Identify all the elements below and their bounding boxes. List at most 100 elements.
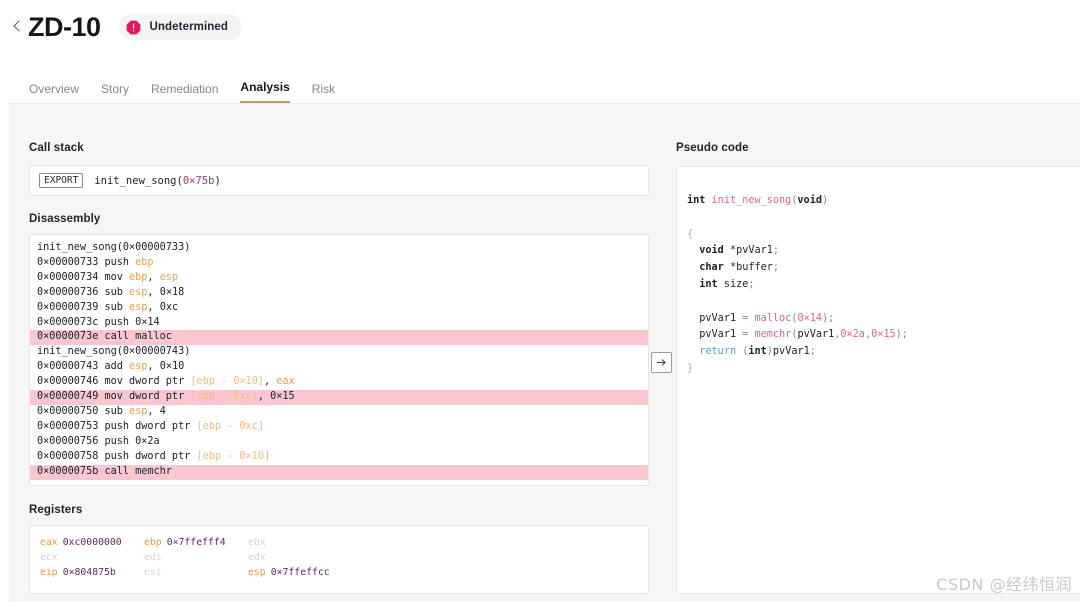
disassembly-mnemonic: push <box>104 435 136 447</box>
registers-row: ecx edi edx <box>40 550 648 565</box>
pseudo-code-token: 0×15 <box>871 329 896 341</box>
disassembly-address: 0×00000734 <box>37 271 105 283</box>
pseudo-code-token <box>687 346 699 357</box>
tab-analysis[interactable]: Analysis <box>240 80 290 103</box>
register-name: eax <box>40 537 58 548</box>
register-name: edi <box>144 552 162 563</box>
disassembly-line[interactable]: 0×00000753 push dword ptr [ebp - 0xc] <box>30 420 648 435</box>
disassembly-mnemonic: add <box>104 361 130 373</box>
disassembly-operand: 0×14 <box>135 316 160 328</box>
disassembly-operand: , <box>147 286 160 298</box>
disassembly-operand: ebp <box>129 271 148 283</box>
pseudo-code-token: pvVar1 <box>699 329 737 341</box>
left-column: Call stack EXPORT init_new_song(0×75b) D… <box>29 142 649 594</box>
register-cell-ebx: ebx <box>248 535 352 550</box>
disassembly-listing[interactable]: init_new_song(0×00000733) 0×00000733 push… <box>29 234 649 486</box>
disassembly-address: 0×00000758 <box>37 450 105 462</box>
pseudo-code-listing[interactable]: int init_new_song(void) { void *pvVar1; … <box>676 166 1080 594</box>
disassembly-mnemonic: push dword ptr <box>104 420 197 432</box>
title-row: ZD-10 Undetermined <box>10 10 243 44</box>
disassembly-line[interactable]: 0×00000734 mov ebp, esp <box>30 271 648 286</box>
right-column: Pseudo code int init_new_song(void) { vo… <box>676 142 1080 594</box>
disassembly-mnemonic: call malloc <box>104 331 172 343</box>
disassembly-line[interactable]: 0×00000743 add esp, 0×10 <box>30 360 648 375</box>
disassembly-operand: [ebp - 0xc] <box>196 420 264 432</box>
register-name: ebp <box>144 537 162 548</box>
call-stack-entry[interactable]: EXPORT init_new_song(0×75b) <box>29 165 649 196</box>
registers-row: eip 0×804875b esi esp 0×7ffeffcc <box>40 565 648 580</box>
alert-octagon-icon <box>126 20 140 34</box>
pseudo-code-token: ); <box>895 329 908 341</box>
disassembly-line[interactable]: 0×00000739 sub esp, 0xc <box>30 301 648 316</box>
tab-bar: Overview Story Remediation Analysis Risk <box>29 77 357 103</box>
register-value: 0×7ffeffcc <box>270 567 330 578</box>
disassembly-line[interactable]: 0×00000756 push 0×2a <box>30 435 648 450</box>
pseudo-code-token: ; <box>809 346 816 358</box>
disassembly-address: 0×0000073e <box>37 331 105 343</box>
disassembly-line[interactable]: 0×0000075b call memchr <box>30 464 648 480</box>
disassembly-operand: 0×15 <box>270 391 295 403</box>
disassembly-line[interactable]: 0×00000750 sub esp, 4 <box>30 405 648 420</box>
disassembly-line[interactable]: 0×00000746 mov dword ptr [ebp - 0×10], e… <box>30 375 648 390</box>
page-title: ZD-10 <box>28 12 101 42</box>
disassembly-line[interactable]: 0×0000073c push 0×14 <box>30 316 648 331</box>
register-cell-ebp: ebp 0×7ffefff4 <box>144 535 248 550</box>
pseudo-code-token: pvVar1 <box>772 346 810 358</box>
pseudo-code-line: void *pvVar1; <box>687 243 1080 260</box>
chevron-left-icon[interactable] <box>10 14 26 40</box>
tab-story[interactable]: Story <box>101 82 129 103</box>
analysis-content-panel: Call stack EXPORT init_new_song(0×75b) D… <box>9 103 1080 602</box>
pseudo-code-line: pvVar1 = memchr(pvVar1,0×2a,0×15); <box>687 327 1080 344</box>
pseudo-code-token: ; <box>748 278 755 290</box>
pseudo-code-token: ; <box>772 245 780 257</box>
register-name: esi <box>144 567 162 578</box>
call-stack-label: Call stack <box>29 142 84 154</box>
disassembly-line[interactable]: 0×0000073e call malloc <box>30 330 648 346</box>
pseudo-code-token <box>687 313 699 324</box>
disassembly-address: 0×00000736 <box>37 286 105 298</box>
call-stack-entry-text: init_new_song(0×75b) <box>94 175 220 187</box>
register-name: esp <box>248 567 266 578</box>
register-cell-eax: eax 0xc0000000 <box>40 535 144 550</box>
tab-remediation[interactable]: Remediation <box>151 82 218 103</box>
export-tag: EXPORT <box>39 172 84 189</box>
disassembly-operand: , <box>147 271 160 283</box>
tab-risk[interactable]: Risk <box>312 82 335 103</box>
register-name: ecx <box>40 552 58 563</box>
disassembly-operand: [ebp - 0xc] <box>190 391 258 403</box>
tab-overview[interactable]: Overview <box>29 82 79 103</box>
pseudo-code-token: } <box>687 362 694 374</box>
pseudo-code-token: init_new_song <box>711 195 792 206</box>
disassembly-function-header[interactable]: init_new_song(0×00000743) <box>30 345 648 360</box>
disassembly-line[interactable]: 0×00000749 mov dword ptr [ebp - 0xc], 0×… <box>30 390 648 405</box>
pseudo-code-line <box>687 294 1080 311</box>
disassembly-operand: 4 <box>159 405 166 417</box>
pseudo-code-token: pvVar1 <box>797 329 835 341</box>
disassembly-operand: esp <box>129 361 148 373</box>
disassembly-operand: , <box>147 301 160 313</box>
registers-label: Registers <box>29 504 83 516</box>
pseudo-code-token: int <box>748 346 767 358</box>
register-value: 0xc0000000 <box>62 537 122 548</box>
disassembly-operand: 0×10 <box>159 361 185 373</box>
disassembly-operand: 0xc <box>159 301 179 313</box>
pseudo-code-line: char *buffer; <box>687 260 1080 277</box>
watermark: CSDN @经纬恒润 <box>936 575 1072 594</box>
registers-table: eax 0xc0000000 ebp 0×7ffefff4 ebx ecx edi edx ei… <box>29 525 649 594</box>
pseudo-code-line <box>687 210 1080 227</box>
disassembly-line[interactable]: 0×00000736 sub esp, 0×18 <box>30 286 648 301</box>
disassembly-mnemonic: mov dword ptr <box>104 376 191 388</box>
disassembly-operand: , <box>263 376 277 388</box>
pseudo-code-line: return (int)pvVar1; <box>687 344 1080 361</box>
pseudo-code-token: ); <box>822 312 835 324</box>
disassembly-line[interactable]: 0×00000758 push dword ptr [ebp - 0×10] <box>30 450 648 465</box>
disassembly-operand: , <box>147 405 160 417</box>
pseudo-code-token: *pvVar1 <box>729 245 773 257</box>
disassembly-function-header[interactable]: init_new_song(0×00000733) <box>30 241 648 256</box>
transfer-to-pseudocode-button[interactable] <box>651 352 672 373</box>
register-cell-eip: eip 0×804875b <box>40 565 144 580</box>
disassembly-line[interactable]: 0×00000733 push ebp <box>30 256 648 271</box>
disassembly-mnemonic: mov dword ptr <box>104 391 191 403</box>
register-value: 0×804875b <box>62 567 116 578</box>
pseudo-code-line: pvVar1 = malloc(0×14); <box>687 311 1080 328</box>
